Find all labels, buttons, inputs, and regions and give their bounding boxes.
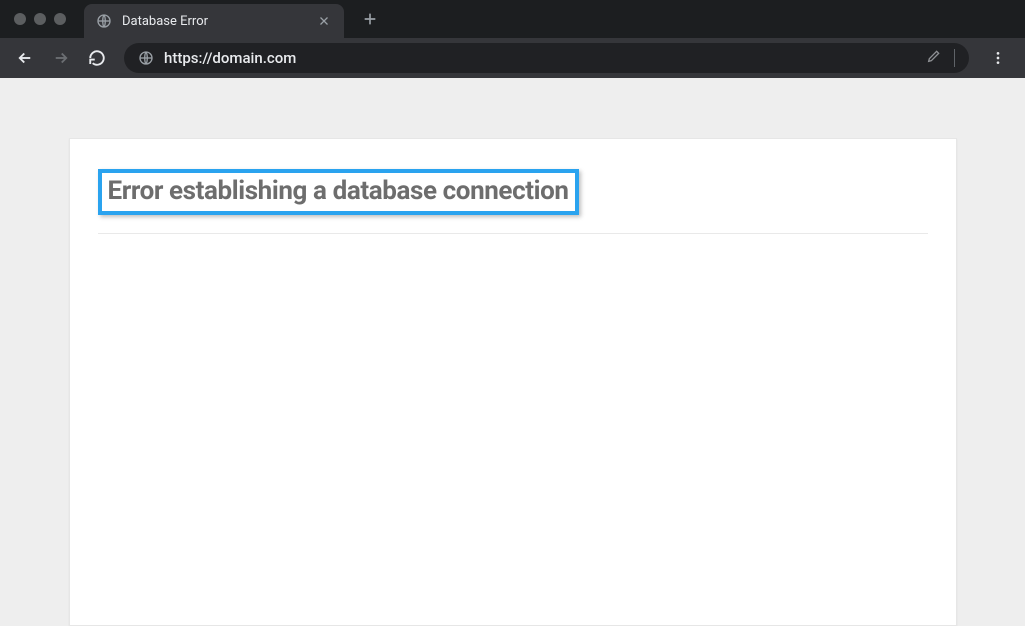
window-maximize-button[interactable]: [54, 13, 66, 25]
site-info-icon[interactable]: [138, 50, 154, 66]
browser-tab[interactable]: Database Error: [84, 4, 344, 38]
back-button[interactable]: [10, 43, 40, 73]
reload-button[interactable]: [82, 43, 112, 73]
page-viewport: Error establishing a database connection: [0, 78, 1025, 626]
window-close-button[interactable]: [14, 13, 26, 25]
error-heading: Error establishing a database connection: [108, 176, 569, 206]
tab-title: Database Error: [122, 14, 306, 29]
url-text: https://domain.com: [164, 49, 916, 67]
browser-menu-button[interactable]: [981, 43, 1015, 73]
error-card: Error establishing a database connection: [69, 138, 957, 626]
divider: [98, 233, 928, 234]
address-bar[interactable]: https://domain.com: [124, 43, 969, 73]
globe-icon: [96, 13, 112, 29]
window-controls: [0, 13, 84, 25]
divider: [954, 49, 955, 67]
browser-chrome: Database Error: [0, 0, 1025, 78]
new-tab-button[interactable]: [356, 5, 384, 33]
address-bar-actions: [926, 48, 955, 68]
forward-button[interactable]: [46, 43, 76, 73]
edit-icon[interactable]: [926, 48, 942, 68]
close-tab-button[interactable]: [316, 13, 332, 29]
browser-toolbar: https://domain.com: [0, 38, 1025, 78]
tab-strip: Database Error: [0, 0, 1025, 38]
window-minimize-button[interactable]: [34, 13, 46, 25]
error-heading-highlight: Error establishing a database connection: [98, 169, 579, 215]
